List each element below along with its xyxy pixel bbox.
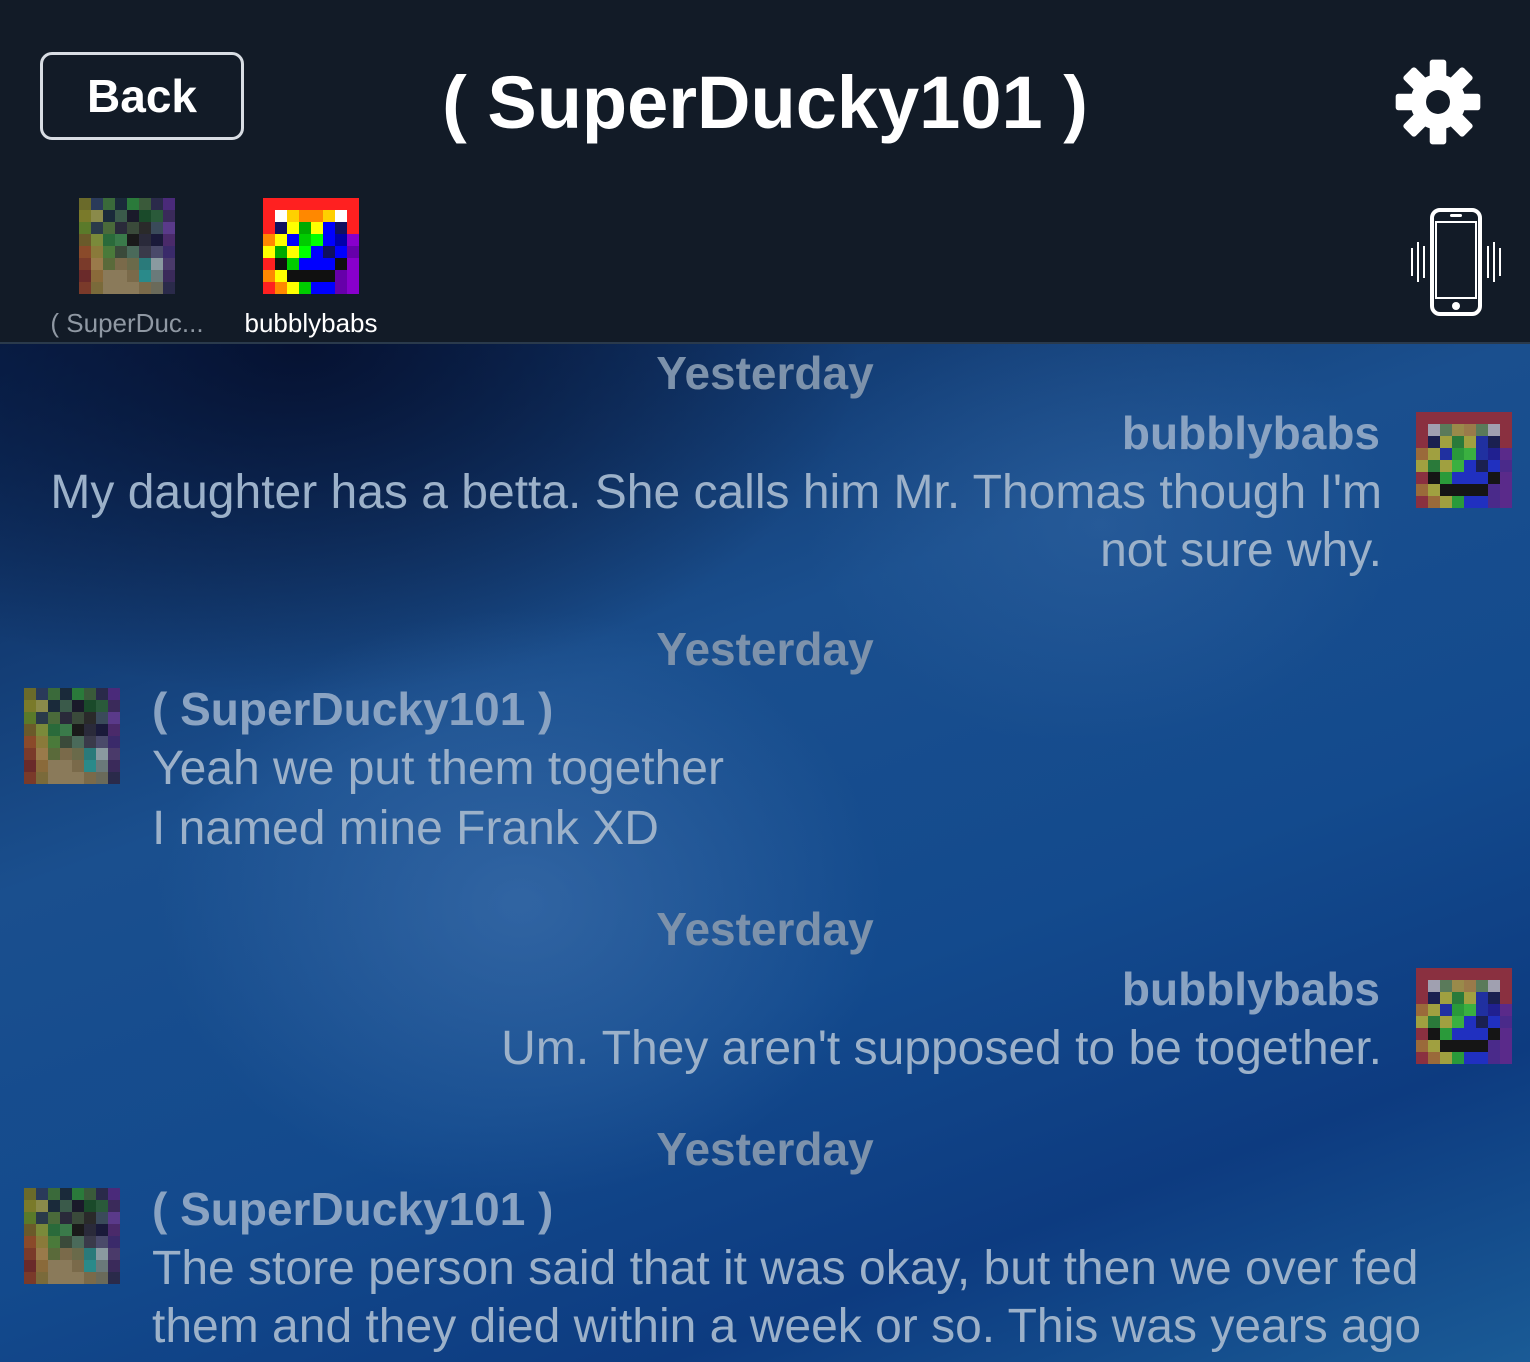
timestamp: Yesterday: [656, 347, 874, 399]
timestamp: Yesterday: [656, 903, 874, 955]
avatar: [1416, 968, 1512, 1064]
chat-title: ( SuperDucky101 ): [442, 61, 1088, 144]
back-button[interactable]: Back: [40, 52, 244, 140]
timestamp: Yesterday: [656, 623, 874, 675]
sender-name: bubblybabs: [1121, 963, 1380, 1015]
sender-name: ( SuperDucky101 ): [152, 683, 554, 735]
message-text: My daughter has a betta. She calls him M…: [50, 466, 1382, 577]
chat-header: Back ( SuperDucky101 ) (SuperDuc... bub…: [0, 0, 1530, 344]
message-text: Um. They aren't supposed to be together.: [501, 1022, 1382, 1075]
avatar: [24, 1188, 120, 1284]
timestamp: Yesterday: [656, 1123, 874, 1175]
phone-vibrate-icon[interactable]: [1408, 206, 1504, 318]
message-text: The store person said that it was okay, …: [152, 1242, 1422, 1362]
participant-name: ( SuperDuc...: [50, 308, 204, 338]
message-text: I named mine Frank XD: [152, 802, 659, 855]
avatar: [79, 198, 175, 294]
avatar: [263, 198, 359, 294]
sender-name: bubblybabs: [1121, 407, 1380, 459]
participant-name: bubblybabs: [244, 308, 378, 338]
message-list[interactable]: Yesterday bubblybabs My daughter has a b…: [0, 344, 1530, 1362]
avatar: [24, 688, 120, 784]
message-text: Yeah we put them together: [152, 742, 724, 795]
avatar: [1416, 412, 1512, 508]
gear-icon[interactable]: [1392, 56, 1484, 148]
participant-bubblybabs[interactable]: bubblybabs: [226, 198, 396, 339]
participant-superducky[interactable]: ( SuperDuc...: [42, 198, 212, 339]
sender-name: ( SuperDucky101 ): [152, 1183, 554, 1235]
